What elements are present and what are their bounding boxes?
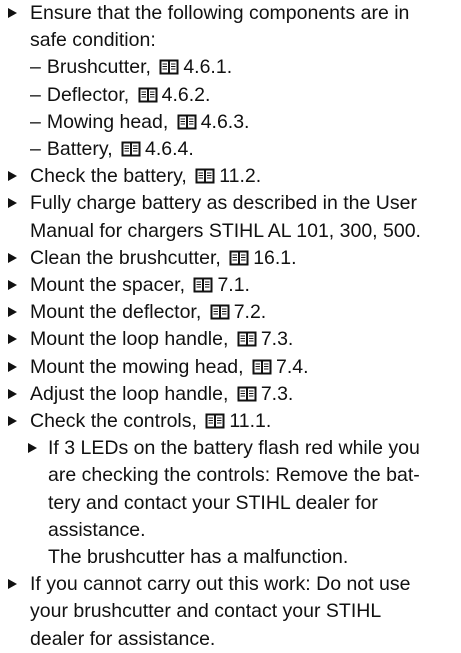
section-reference: 7.4. (275, 355, 309, 378)
item-text: Ensure that the following components are… (30, 2, 410, 52)
step-item: Fully charge battery as described in the… (0, 190, 461, 244)
section-reference: 4.6.3. (200, 110, 250, 133)
component-item: – Battery, 4.6.4. (0, 136, 461, 163)
section-reference: 4.6.1. (183, 56, 233, 79)
item-text: Mount the spacer, (30, 274, 191, 297)
item-text: The brushcutter has a malfunction. (48, 546, 349, 569)
bullet-triangle-icon (8, 252, 17, 263)
section-reference: 4.6.4. (145, 138, 194, 161)
item-text: Deflector, (46, 83, 135, 106)
item-text: If 3 LEDs on the battery flash red while… (48, 437, 420, 541)
section-reference: 7.1. (217, 274, 250, 297)
step-item: Ensure that the following components are… (0, 0, 461, 54)
step-item: Mount the spacer, 7.1. (0, 272, 461, 299)
bullet-triangle-icon (8, 280, 17, 291)
book-reference-icon (159, 59, 179, 75)
dash-marker: – (30, 56, 41, 79)
bullet-triangle-icon (8, 416, 17, 427)
step-item: Clean the brushcutter, 16.1. (0, 245, 461, 272)
item-text: Adjust the loop handle, (30, 382, 234, 405)
section-reference: 7.3. (260, 328, 294, 351)
item-text: Brushcutter, (46, 56, 157, 79)
section-reference: 7.2. (233, 301, 267, 324)
section-reference: 4.6.2. (161, 83, 211, 106)
book-reference-icon (252, 359, 272, 375)
book-reference-icon (237, 331, 257, 347)
bullet-triangle-icon (28, 443, 37, 454)
step-item: Check the controls, 11.1. (0, 408, 461, 435)
bullet-triangle-icon (8, 307, 17, 318)
bullet-triangle-icon (8, 388, 17, 399)
bullet-triangle-icon (8, 198, 17, 209)
section-reference: 11.1. (229, 410, 272, 433)
dash-marker: – (30, 110, 41, 133)
result-note: The brushcutter has a malfunction. (0, 544, 461, 571)
bullet-triangle-icon (8, 361, 17, 372)
component-item: – Mowing head, 4.6.3. (0, 109, 461, 136)
item-text: Mount the deflector, (30, 301, 207, 324)
manual-page: Ensure that the following components are… (0, 0, 461, 650)
step-item: Mount the loop handle, 7.3. (0, 326, 461, 353)
book-reference-icon (193, 277, 213, 293)
item-text: Mount the loop handle, (30, 328, 234, 351)
step-item: Check the battery, 11.2. (0, 163, 461, 190)
item-text: Mount the mowing head, (30, 355, 249, 378)
book-reference-icon (210, 304, 230, 320)
book-reference-icon (138, 87, 158, 103)
item-text: Fully charge battery as described in the… (30, 192, 421, 242)
item-text: Battery, (46, 138, 119, 161)
section-reference: 7.3. (260, 382, 294, 405)
book-reference-icon (121, 141, 141, 157)
component-item: – Brushcutter, 4.6.1. (0, 54, 461, 81)
section-reference: 11.2. (219, 165, 262, 188)
section-reference: 16.1. (253, 246, 297, 269)
component-item: – Deflector, 4.6.2. (0, 82, 461, 109)
item-text: Check the battery, (30, 165, 193, 188)
bullet-triangle-icon (8, 334, 17, 345)
step-item: If you cannot carry out this work: Do no… (0, 571, 461, 653)
step-item: Mount the deflector, 7.2. (0, 299, 461, 326)
step-item: Adjust the loop handle, 7.3. (0, 381, 461, 408)
item-text: Check the controls, (30, 410, 203, 433)
item-text: If you cannot carry out this work: Do no… (30, 573, 411, 650)
bullet-triangle-icon (8, 579, 17, 590)
book-reference-icon (229, 250, 249, 266)
step-item: Mount the mowing head, 7.4. (0, 354, 461, 381)
sub-step-item: If 3 LEDs on the battery flash red while… (0, 435, 461, 544)
dash-marker: – (30, 83, 41, 106)
book-reference-icon (237, 386, 257, 402)
bullet-triangle-icon (8, 8, 17, 18)
bullet-triangle-icon (8, 171, 17, 182)
dash-marker: – (30, 138, 41, 161)
book-reference-icon (195, 168, 215, 184)
book-reference-icon (177, 114, 197, 130)
book-reference-icon (205, 413, 225, 429)
item-text: Clean the brushcutter, (30, 246, 227, 269)
instruction-list: Ensure that the following components are… (0, 0, 461, 653)
item-text: Mowing head, (46, 110, 174, 133)
